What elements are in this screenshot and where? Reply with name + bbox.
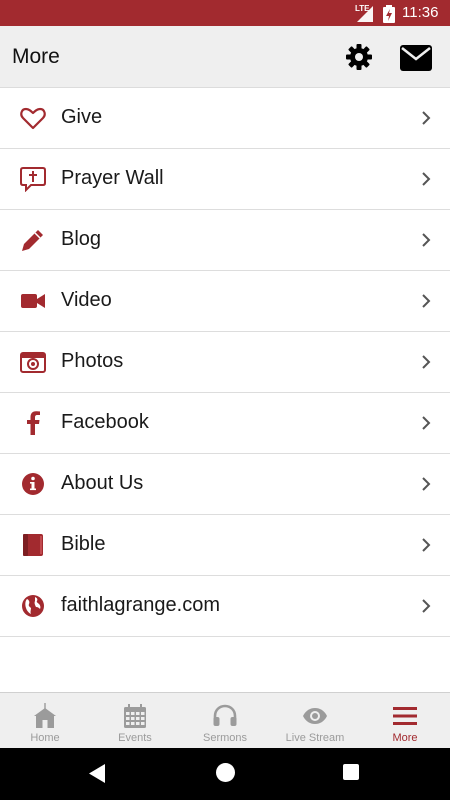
- tab-live-stream[interactable]: Live Stream: [270, 693, 360, 749]
- tab-more[interactable]: More: [360, 693, 450, 749]
- menu-icon: [393, 707, 417, 725]
- recents-icon[interactable]: [343, 764, 359, 780]
- tab-home[interactable]: Home: [0, 693, 90, 749]
- gear-icon[interactable]: [345, 43, 373, 71]
- menu-item-label: Blog: [61, 228, 102, 250]
- menu-item-label: Give: [61, 106, 103, 128]
- status-time: 11:36: [402, 4, 439, 21]
- prayer-bubble-icon: [20, 167, 46, 192]
- tab-events[interactable]: Events: [90, 693, 180, 749]
- tab-label: Home: [30, 732, 60, 744]
- chevron-right-icon: [422, 111, 431, 125]
- envelope-icon[interactable]: [400, 45, 432, 71]
- calendar-icon: [124, 704, 146, 728]
- tab-label: Events: [118, 732, 152, 744]
- chevron-right-icon: [422, 355, 431, 369]
- info-icon: [22, 473, 44, 495]
- page-title: More: [12, 45, 60, 68]
- tab-sermons[interactable]: Sermons: [180, 693, 270, 749]
- chevron-right-icon: [422, 477, 431, 491]
- menu-item-label: Facebook: [61, 411, 149, 433]
- menu-item-label: faithlagrange.com: [61, 594, 220, 616]
- menu-item-website[interactable]: faithlagrange.com: [0, 576, 450, 637]
- menu-item-facebook[interactable]: Facebook: [0, 393, 450, 454]
- status-bar: LTE 11:36: [0, 0, 450, 26]
- facebook-icon: [27, 411, 40, 435]
- tab-label: More: [392, 732, 418, 744]
- menu-item-prayer-wall[interactable]: Prayer Wall: [0, 149, 450, 210]
- chevron-right-icon: [422, 294, 431, 308]
- menu-item-video[interactable]: Video: [0, 271, 450, 332]
- chevron-right-icon: [422, 233, 431, 247]
- chevron-right-icon: [422, 538, 431, 552]
- signal-icon: [357, 6, 373, 22]
- tab-label: Live Stream: [285, 732, 345, 744]
- menu-item-photos[interactable]: Photos: [0, 332, 450, 393]
- more-menu-list: Give Prayer Wall Blog Video Photos Faceb…: [0, 88, 450, 637]
- menu-item-label: Bible: [61, 533, 106, 555]
- globe-icon: [22, 595, 44, 617]
- home-button-icon[interactable]: [216, 763, 235, 782]
- menu-item-label: Prayer Wall: [61, 167, 164, 189]
- eye-icon: [303, 708, 327, 724]
- chevron-right-icon: [422, 599, 431, 613]
- headphones-icon: [213, 704, 237, 726]
- pencil-icon: [22, 230, 43, 251]
- menu-item-bible[interactable]: Bible: [0, 515, 450, 576]
- menu-item-label: Video: [61, 289, 112, 311]
- chevron-right-icon: [422, 172, 431, 186]
- video-camera-icon: [21, 294, 45, 308]
- battery-charging-icon: [383, 5, 395, 23]
- church-icon: [34, 703, 56, 728]
- camera-icon: [20, 352, 46, 373]
- book-icon: [23, 534, 43, 556]
- menu-item-blog[interactable]: Blog: [0, 210, 450, 271]
- menu-item-about-us[interactable]: About Us: [0, 454, 450, 515]
- app-bar: More: [0, 26, 450, 88]
- menu-item-label: About Us: [61, 472, 144, 494]
- chevron-right-icon: [422, 416, 431, 430]
- bottom-tab-bar: Home Events Sermons Live Stream More: [0, 692, 450, 748]
- tab-label: Sermons: [202, 732, 248, 744]
- system-navigation-bar: [0, 748, 450, 800]
- menu-item-label: Photos: [61, 350, 124, 372]
- menu-item-give[interactable]: Give: [0, 88, 450, 149]
- back-icon[interactable]: [89, 764, 107, 783]
- heart-icon: [20, 107, 46, 130]
